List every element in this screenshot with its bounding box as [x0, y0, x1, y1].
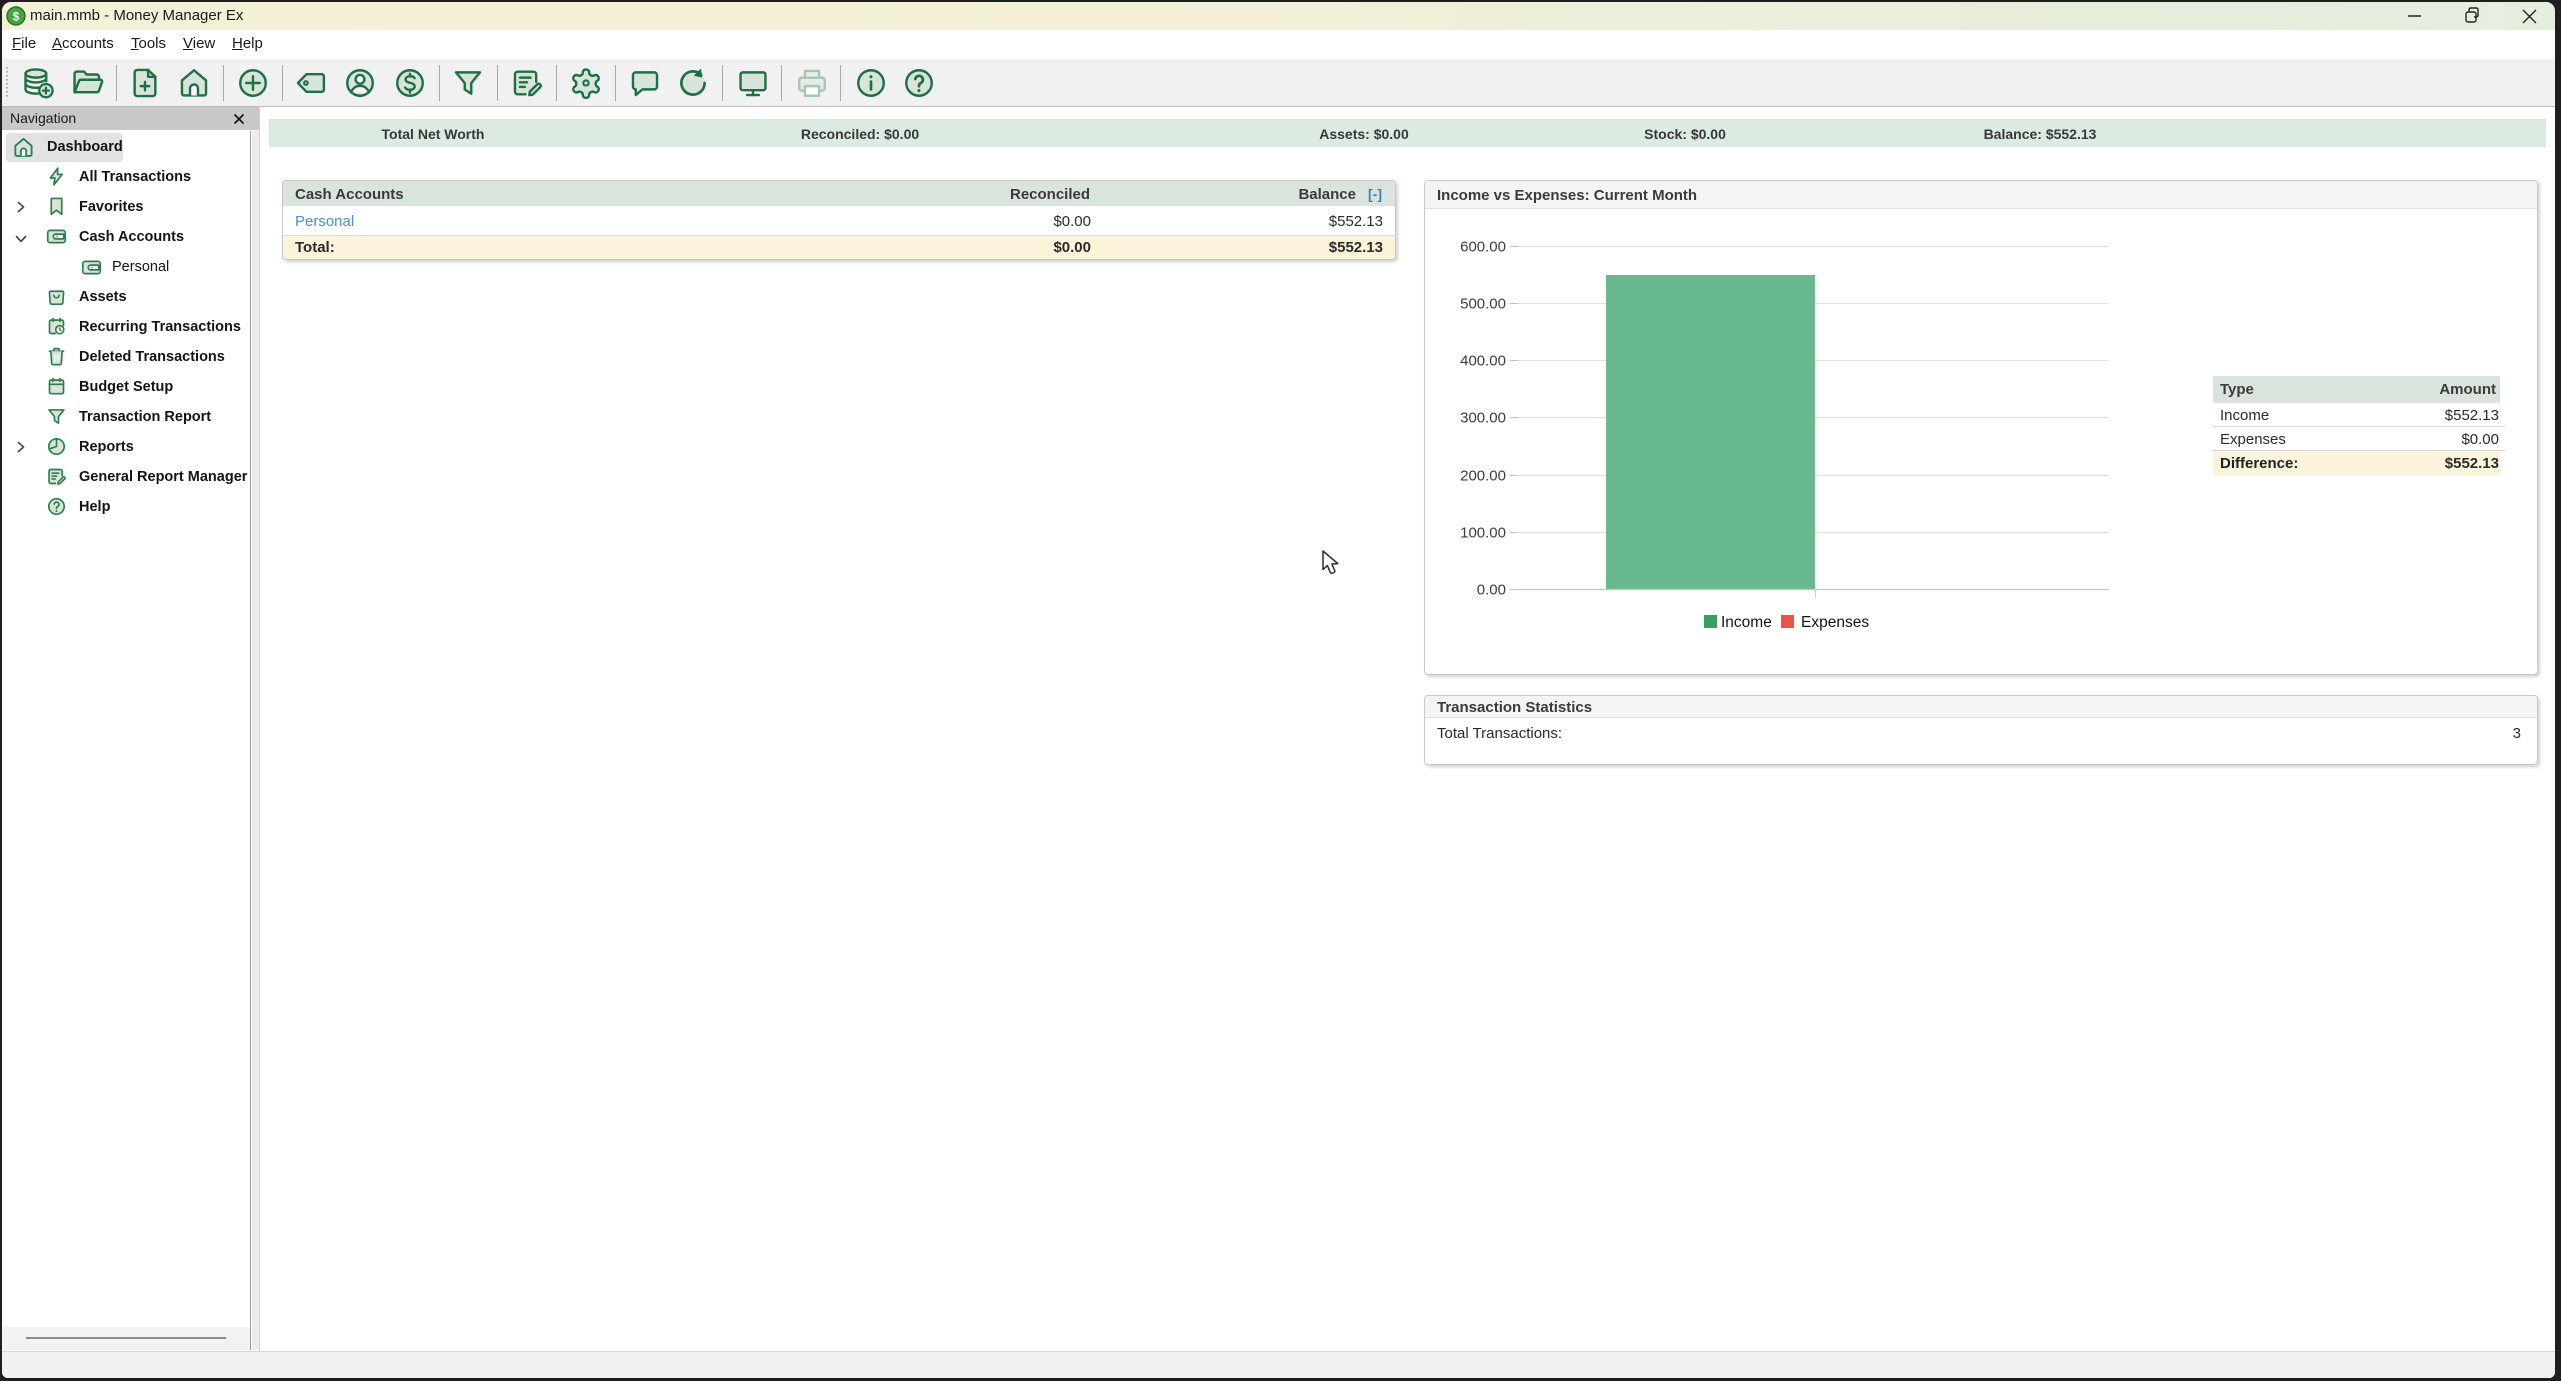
svg-text:100.00: 100.00: [1460, 525, 1506, 542]
svg-text:200.00: 200.00: [1460, 468, 1506, 485]
svg-text:Income: Income: [1721, 614, 1772, 631]
svg-text:0.00: 0.00: [1477, 582, 1506, 599]
svg-text:400.00: 400.00: [1460, 353, 1506, 370]
svg-text:600.00: 600.00: [1460, 239, 1506, 256]
svg-text:$: $: [13, 10, 20, 24]
svg-text:Expenses: Expenses: [1801, 614, 1869, 631]
svg-text:300.00: 300.00: [1460, 410, 1506, 427]
svg-text:500.00: 500.00: [1460, 296, 1506, 313]
